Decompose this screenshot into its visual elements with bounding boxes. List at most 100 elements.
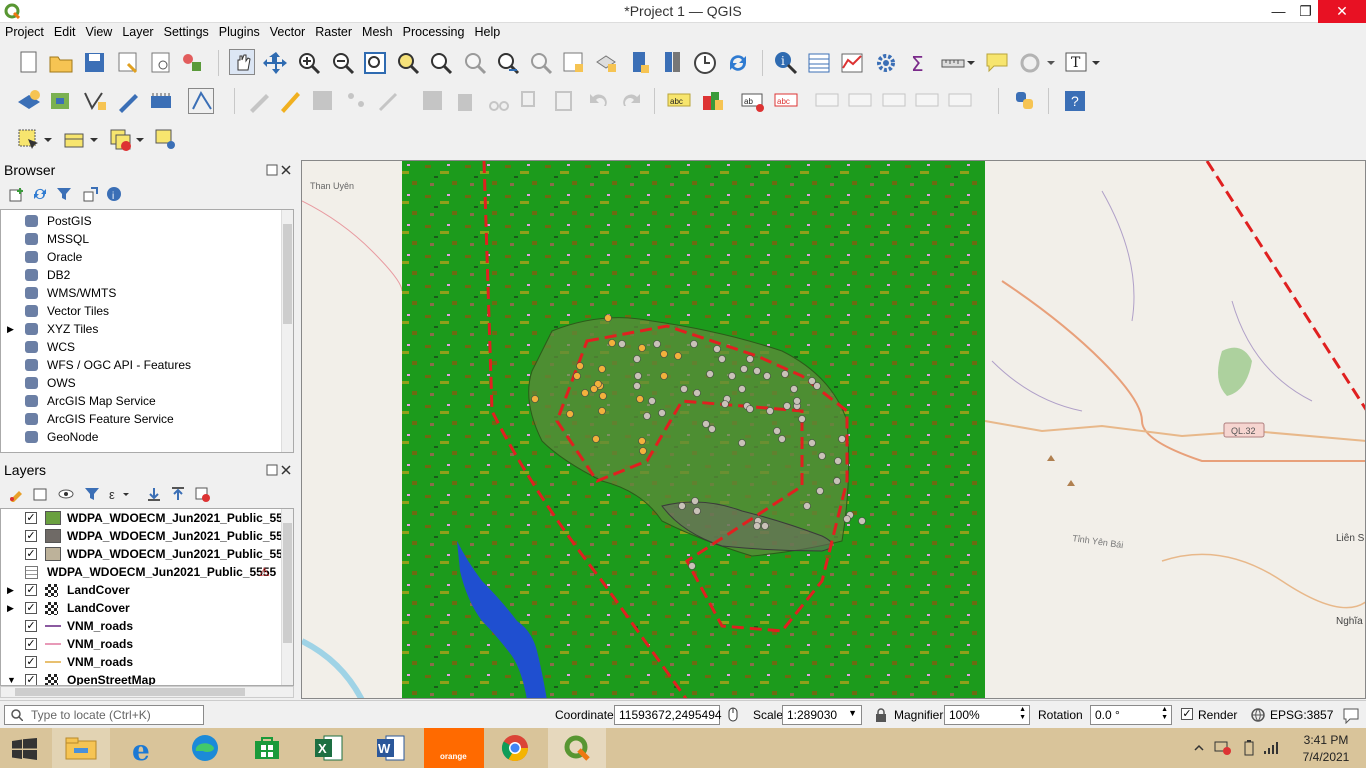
refresh-icon[interactable] bbox=[725, 50, 751, 76]
browser-item[interactable]: ArcGIS Map Service bbox=[1, 392, 281, 410]
scale-dropdown-icon[interactable]: ▼ bbox=[848, 708, 857, 718]
browser-item[interactable]: Oracle bbox=[1, 248, 281, 266]
label-highlight-icon[interactable]: abc bbox=[773, 88, 799, 114]
zoom-last-icon[interactable] bbox=[495, 50, 521, 76]
layer-item[interactable]: ▶ ✓ LandCover bbox=[1, 581, 281, 599]
expand-arrow-icon[interactable]: ▶ bbox=[7, 320, 14, 338]
select-dropdown-icon[interactable] bbox=[41, 127, 55, 153]
layer-visibility-checkbox[interactable]: ✓ bbox=[25, 584, 37, 596]
menu-edit[interactable]: Edit bbox=[49, 23, 81, 39]
menu-settings[interactable]: Settings bbox=[159, 23, 214, 39]
zoom-to-layer-icon[interactable] bbox=[428, 50, 454, 76]
render-checkbox[interactable]: ✓ bbox=[1181, 708, 1193, 720]
zoom-full-icon[interactable] bbox=[362, 50, 388, 76]
zoom-out-icon[interactable] bbox=[330, 50, 356, 76]
layer-item[interactable]: ✓ WDPA_WDOECM_Jun2021_Public_5555 bbox=[1, 509, 293, 527]
close-button[interactable]: ✕ bbox=[1318, 0, 1366, 23]
label-toolbar-icon[interactable]: abc bbox=[666, 88, 692, 114]
filter-legend-icon[interactable] bbox=[84, 486, 100, 502]
layers-horizontal-scrollbar[interactable] bbox=[0, 686, 294, 698]
label-tool-icon[interactable] bbox=[947, 88, 973, 114]
manage-visibility-icon[interactable] bbox=[58, 486, 74, 502]
layer-expand-icon[interactable]: ▶ bbox=[7, 581, 14, 599]
taskbar-excel[interactable]: X bbox=[300, 728, 358, 768]
layer-item[interactable]: ▼ ✓ OpenStreetMap bbox=[1, 671, 281, 685]
collapse-all-icon[interactable] bbox=[82, 186, 98, 202]
crs-label[interactable]: EPSG:3857 bbox=[1270, 708, 1333, 722]
layer-item[interactable]: WDPA_WDOECM_Jun2021_Public_5555 ⚠ bbox=[1, 563, 281, 581]
menu-help[interactable]: Help bbox=[469, 23, 505, 39]
copy-features-icon[interactable] bbox=[518, 88, 544, 114]
scale-field[interactable]: 1:289030 ▼ bbox=[782, 705, 862, 725]
pan-map-icon[interactable] bbox=[229, 49, 255, 75]
rotation-field[interactable]: 0.0 ° ▲ ▼ bbox=[1090, 705, 1172, 725]
cut-features-icon[interactable] bbox=[486, 88, 512, 114]
browser-item[interactable]: WCS bbox=[1, 338, 281, 356]
select-by-value-icon[interactable] bbox=[62, 127, 88, 153]
move-feature-icon[interactable] bbox=[376, 88, 402, 114]
map-canvas[interactable]: Than Uyên QL.32 Tỉnh Yên Bái Liên S Nghĩ… bbox=[301, 160, 1366, 699]
help-icon[interactable]: ? bbox=[1062, 88, 1088, 114]
filter-browser-icon[interactable] bbox=[56, 186, 72, 202]
layer-item[interactable]: ✓ VNM_roads bbox=[1, 653, 281, 671]
taskbar-file-explorer[interactable] bbox=[52, 728, 110, 768]
browser-item[interactable]: ArcGIS Feature Service bbox=[1, 410, 281, 428]
save-project-icon[interactable] bbox=[82, 50, 108, 76]
lock-scale-icon[interactable] bbox=[874, 707, 888, 723]
menu-mesh[interactable]: Mesh bbox=[357, 23, 398, 39]
style-manager-icon[interactable] bbox=[180, 50, 206, 76]
layer-visibility-checkbox[interactable]: ✓ bbox=[25, 512, 37, 524]
magnifier-spin-icon[interactable]: ▲ ▼ bbox=[1019, 706, 1026, 722]
add-feature-icon[interactable] bbox=[343, 88, 369, 114]
deselect-dropdown-icon[interactable] bbox=[133, 127, 147, 153]
browser-panel-controls-icon[interactable] bbox=[266, 164, 292, 176]
browser-item[interactable]: GeoNode bbox=[1, 428, 281, 446]
taskbar-internet-explorer[interactable]: e bbox=[114, 728, 172, 768]
open-project-icon[interactable] bbox=[48, 50, 74, 76]
layer-visibility-checkbox[interactable]: ✓ bbox=[25, 602, 37, 614]
taskbar-store[interactable] bbox=[238, 728, 296, 768]
layer-expand-icon[interactable]: ▼ bbox=[7, 671, 16, 685]
menu-processing[interactable]: Processing bbox=[398, 23, 470, 39]
browser-item[interactable]: WFS / OGC API - Features bbox=[1, 356, 281, 374]
pan-to-selection-icon[interactable] bbox=[263, 50, 289, 76]
label-show-hide-icon[interactable] bbox=[814, 88, 840, 114]
menu-view[interactable]: View bbox=[80, 23, 117, 39]
warning-icon[interactable]: ⚠ bbox=[259, 563, 270, 581]
statistics-icon[interactable] bbox=[839, 50, 865, 76]
layer-visibility-checkbox[interactable]: ✓ bbox=[25, 656, 37, 668]
zoom-native-icon[interactable] bbox=[462, 50, 488, 76]
layers-panel-controls-icon[interactable] bbox=[266, 464, 292, 476]
tray-date[interactable]: 7/4/2021 bbox=[1296, 750, 1356, 764]
select-value-dropdown-icon[interactable] bbox=[87, 127, 101, 153]
crs-globe-icon[interactable] bbox=[1250, 707, 1266, 723]
select-features-icon[interactable] bbox=[16, 127, 42, 153]
tray-network-icon[interactable] bbox=[1214, 740, 1232, 756]
windows-start-icon[interactable] bbox=[12, 738, 38, 760]
refresh-browser-icon[interactable] bbox=[32, 186, 48, 202]
layer-item[interactable]: ✓ WDPA_WDOECM_Jun2021_Public_5555 bbox=[1, 527, 293, 545]
expand-all-icon[interactable] bbox=[146, 486, 162, 502]
coordinate-field[interactable]: 11593672,2495494 bbox=[614, 705, 722, 725]
label-move-icon[interactable] bbox=[847, 88, 873, 114]
layer-visibility-checkbox[interactable]: ✓ bbox=[25, 674, 37, 685]
modify-attributes-icon[interactable] bbox=[420, 88, 446, 114]
toggle-editing-icon[interactable] bbox=[277, 88, 303, 114]
decorations-dropdown-icon[interactable] bbox=[1044, 50, 1058, 76]
processing-toolbox-icon[interactable] bbox=[873, 50, 899, 76]
browser-item[interactable]: WMS/WMTS bbox=[1, 284, 281, 302]
measure-icon[interactable] bbox=[940, 50, 966, 76]
filter-expression-icon[interactable]: ε bbox=[108, 486, 130, 502]
sum-icon[interactable]: Σ bbox=[906, 50, 932, 76]
attribute-table-icon[interactable] bbox=[806, 50, 832, 76]
map-tips-icon[interactable] bbox=[984, 50, 1010, 76]
python-console-icon[interactable] bbox=[1012, 88, 1038, 114]
layer-item[interactable]: ✓ WDPA_WDOECM_Jun2021_Public_5555 bbox=[1, 545, 293, 563]
taskbar-orange[interactable]: orange bbox=[424, 728, 484, 768]
identify-features-icon[interactable]: i bbox=[773, 50, 799, 76]
print-layout-icon[interactable] bbox=[148, 50, 174, 76]
new-bookmark-icon[interactable] bbox=[627, 50, 653, 76]
menu-plugins[interactable]: Plugins bbox=[214, 23, 265, 39]
deselect-all-icon[interactable] bbox=[108, 127, 134, 153]
text-annotation-icon[interactable]: T bbox=[1064, 50, 1090, 76]
